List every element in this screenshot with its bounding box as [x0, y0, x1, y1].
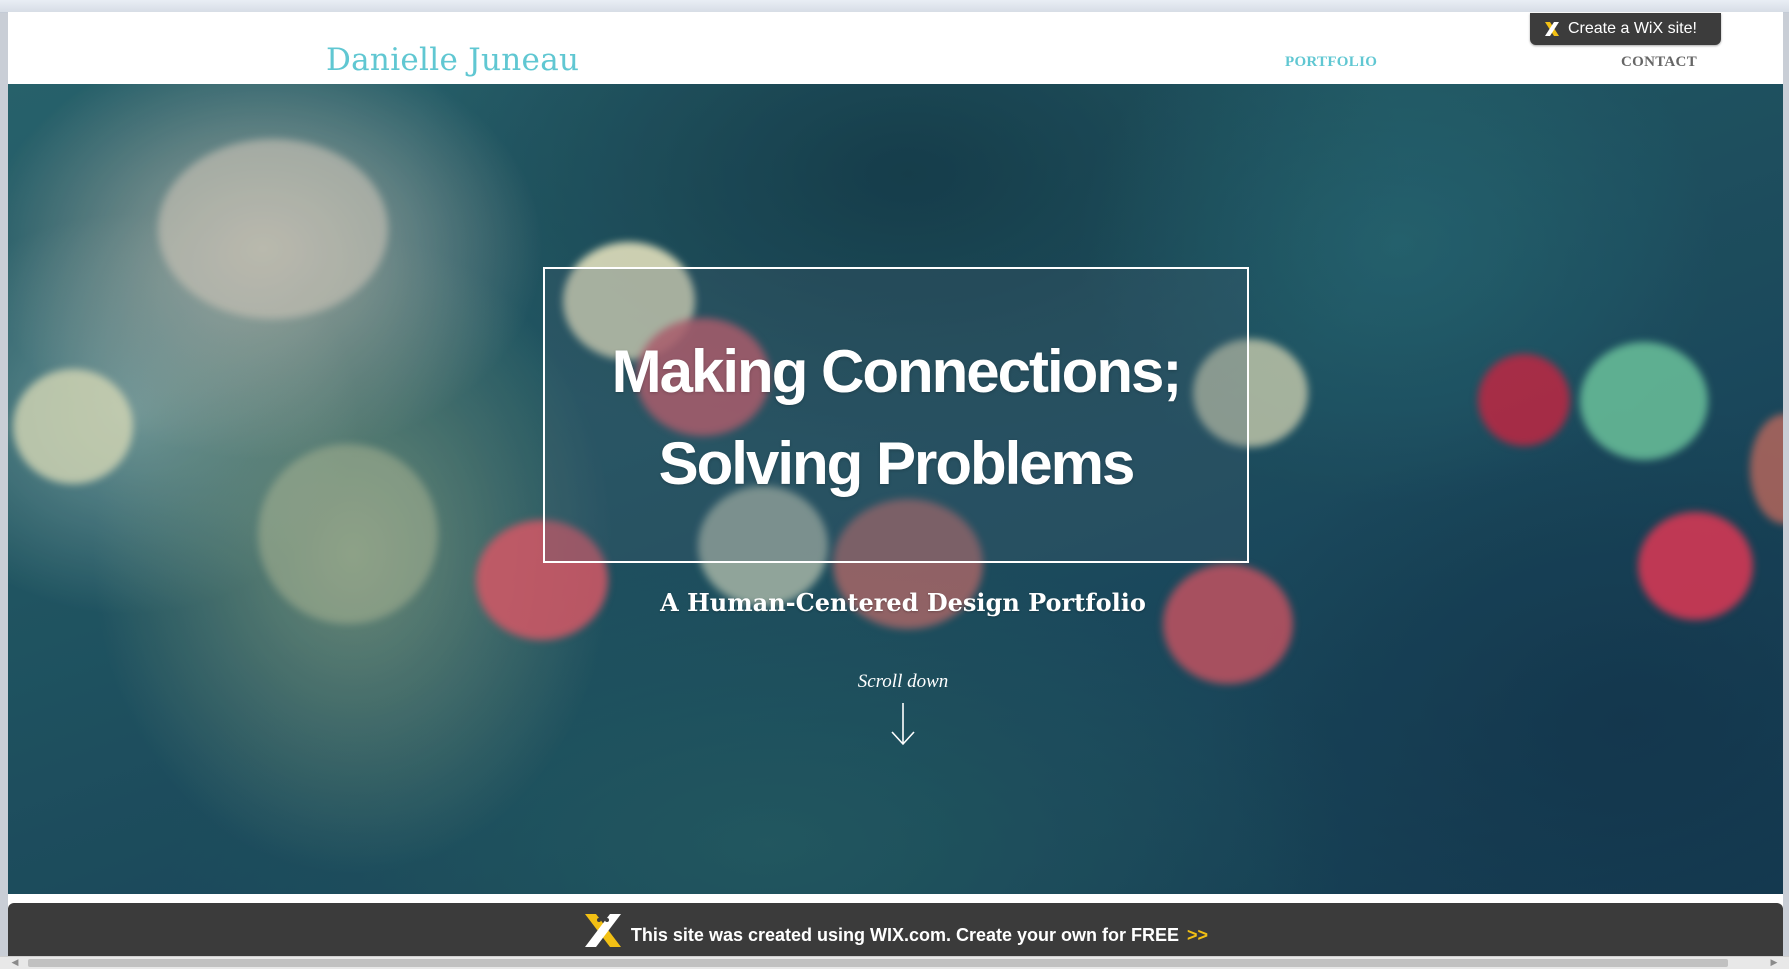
web-page: Danielle Juneau PORTFOLIO CONTACT Create… — [8, 12, 1783, 956]
hero-headline-line-2: Solving Problems — [658, 430, 1136, 497]
wix-footer-banner[interactable]: This site was created using WIX.com. Cre… — [8, 903, 1783, 956]
scroll-down-link[interactable]: Scroll down — [803, 671, 1003, 693]
create-wix-site-button[interactable]: Create a WiX site! — [1530, 13, 1721, 45]
create-wix-site-label: Create a WiX site! — [1568, 20, 1697, 37]
site-header: Danielle Juneau PORTFOLIO CONTACT Create… — [8, 12, 1783, 84]
headline-frame — [543, 267, 1249, 563]
scrollbar-thumb[interactable] — [28, 959, 1728, 967]
wix-footer-text: This site was created using WIX.com. Cre… — [630, 925, 1180, 945]
scroll-right-icon[interactable]: ▶ — [1767, 958, 1781, 969]
scroll-left-icon[interactable]: ◀ — [8, 958, 22, 969]
nav-item-portfolio[interactable]: PORTFOLIO — [1285, 54, 1377, 71]
horizontal-scrollbar[interactable]: ◀ ▶ — [0, 956, 1789, 969]
arrow-down-icon[interactable] — [890, 702, 916, 746]
wix-x-icon — [583, 911, 623, 949]
hero-headline-line-1: Making Connections; — [611, 338, 1183, 405]
hero-tagline: A Human-Centered Design Portfolio — [660, 588, 1146, 617]
wix-footer-cta[interactable]: >> — [1187, 925, 1208, 946]
nav-item-contact[interactable]: CONTACT — [1621, 54, 1697, 71]
site-brand-title[interactable]: Danielle Juneau — [326, 42, 579, 78]
wix-x-icon — [1543, 20, 1561, 38]
